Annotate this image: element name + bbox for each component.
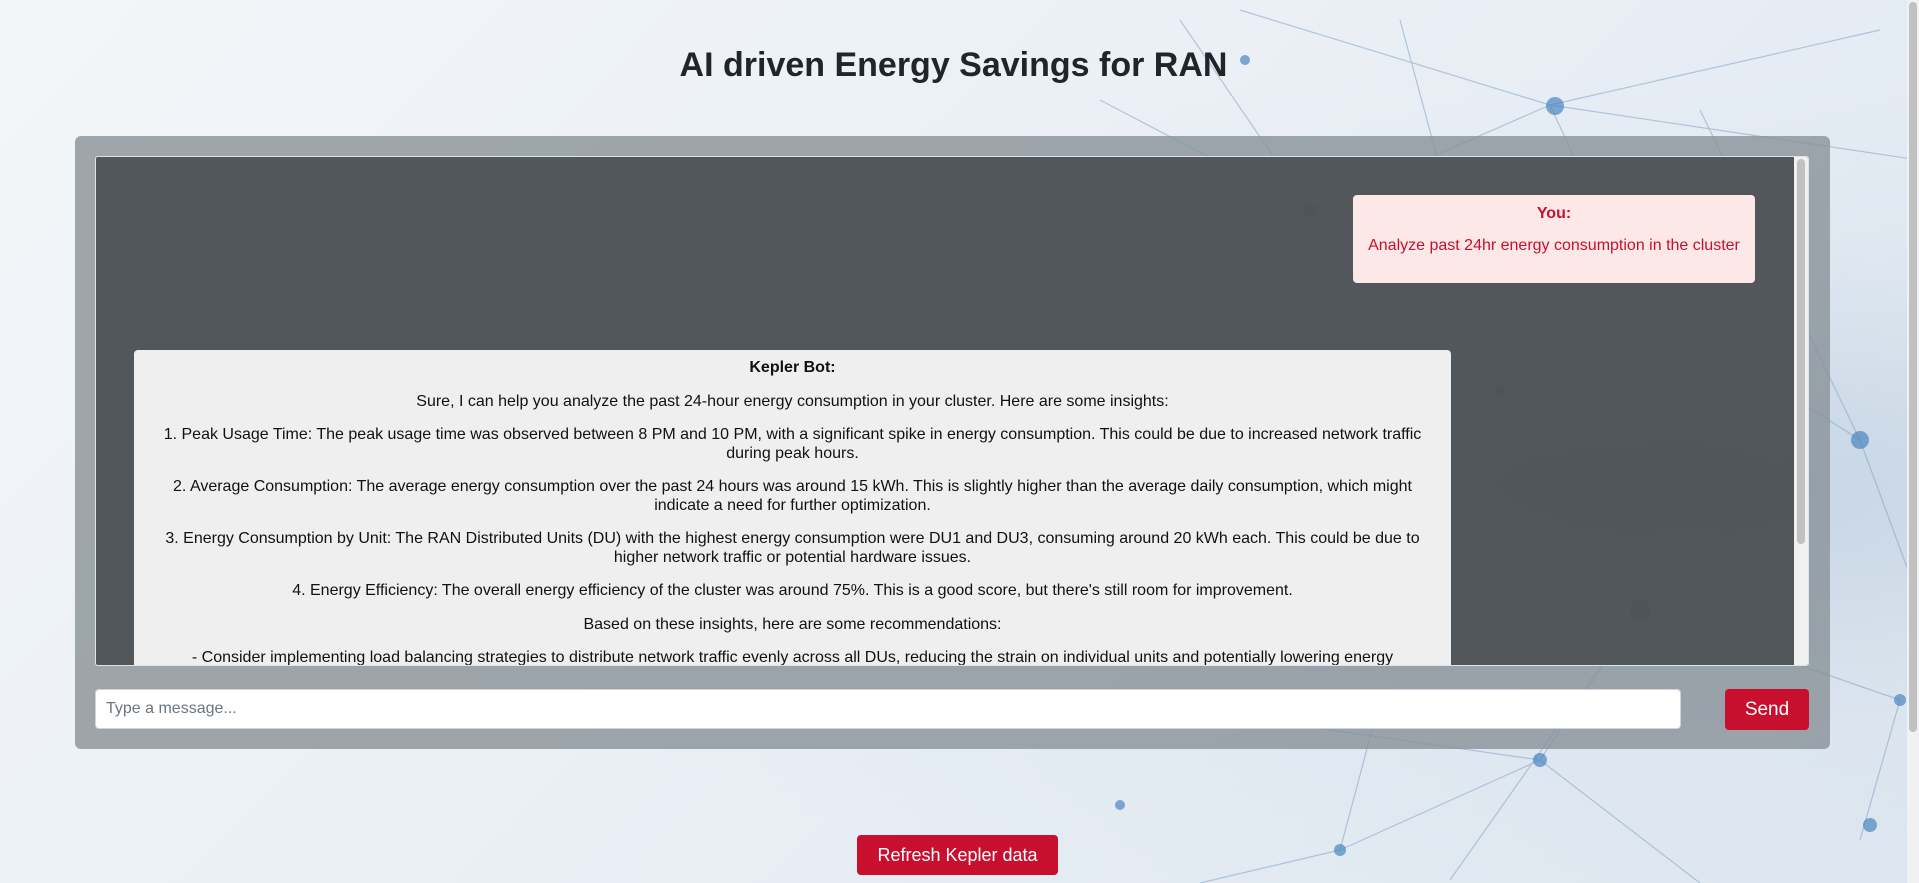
bot-message: Kepler Bot: Sure, I can help you analyze…	[134, 350, 1451, 666]
bot-message-paragraph: 2. Average Consumption: The average ener…	[173, 478, 1412, 514]
chat-panel: You: Analyze past 24hr energy consumptio…	[75, 136, 1830, 749]
bot-message-paragraph: - Consider implementing load balancing s…	[191, 649, 1394, 666]
page-scrollbar-thumb[interactable]	[1909, 2, 1917, 732]
chat-scrollbar[interactable]	[1794, 157, 1808, 665]
bot-message-paragraph: Sure, I can help you analyze the past 24…	[416, 392, 1169, 410]
refresh-kepler-data-button[interactable]: Refresh Kepler data	[857, 835, 1058, 875]
user-message: You: Analyze past 24hr energy consumptio…	[1353, 195, 1755, 283]
page-title: AI driven Energy Savings for RAN	[679, 46, 1228, 84]
bot-message-paragraph: 3. Energy Consumption by Unit: The RAN D…	[165, 530, 1420, 566]
page-scrollbar[interactable]	[1907, 0, 1919, 883]
message-input[interactable]	[95, 689, 1681, 729]
bot-message-paragraph: 1. Peak Usage Time: The peak usage time …	[163, 426, 1422, 462]
bot-message-sender: Kepler Bot:	[749, 359, 836, 376]
user-message-sender: You:	[1536, 205, 1572, 222]
user-message-text: Analyze past 24hr energy consumption in …	[1368, 237, 1740, 254]
bot-message-paragraph: Based on these insights, here are some r…	[583, 615, 1002, 633]
chat-window[interactable]: You: Analyze past 24hr energy consumptio…	[95, 156, 1809, 666]
bot-message-paragraph: 4. Energy Efficiency: The overall energy…	[292, 582, 1293, 599]
chat-scrollbar-thumb[interactable]	[1797, 159, 1805, 544]
send-button[interactable]: Send	[1725, 689, 1809, 730]
